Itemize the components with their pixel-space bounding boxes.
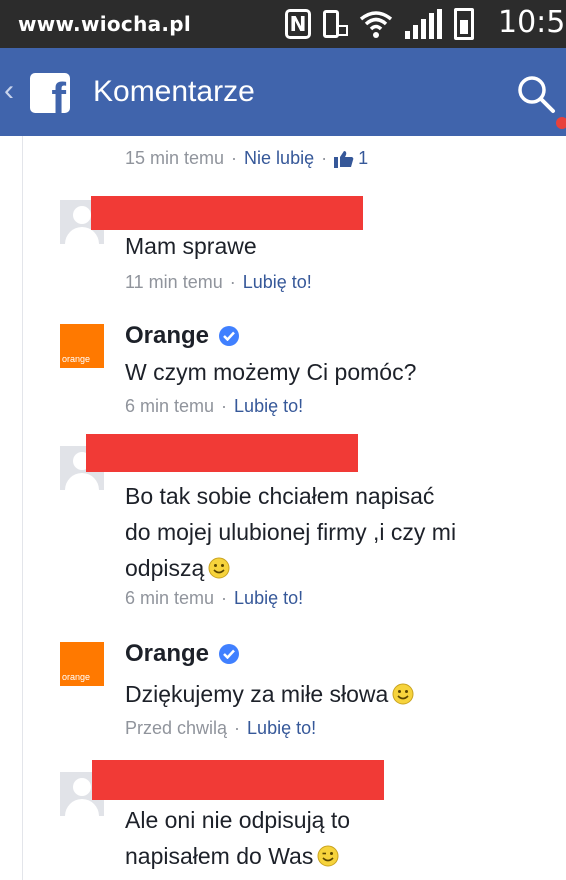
wifi-icon (359, 9, 393, 39)
redacted-author (92, 760, 384, 800)
app-bar: ‹ f Komentarze (0, 48, 566, 136)
redacted-author (91, 196, 363, 230)
nfc-icon: N (285, 9, 311, 39)
notification-dot (556, 117, 566, 129)
comment-meta: 6 min temu · Lubię to! (125, 396, 303, 417)
like-link[interactable]: Lubię to! (234, 588, 303, 609)
smile-emoji-icon (208, 557, 230, 579)
battery-icon (454, 8, 474, 40)
logo-letter: f (51, 74, 66, 114)
vibrate-icon (323, 10, 348, 38)
comment-text: Dziękujemy za miłe słowa (125, 676, 414, 712)
status-icons: N (285, 6, 474, 42)
separator-dot: · (231, 148, 238, 168)
avatar[interactable]: orange (60, 324, 104, 368)
clock: 10:55 (498, 5, 566, 40)
comment-line: Dziękujemy za miłe słowa (125, 681, 389, 707)
separator-dot: · (321, 148, 328, 168)
like-count[interactable]: 1 (334, 148, 368, 169)
thumbs-up-icon (334, 150, 354, 168)
like-link[interactable]: Lubię to! (234, 396, 303, 417)
avatar-label: orange (62, 354, 91, 364)
status-bar: www.wiocha.pl N 10:55 (0, 0, 566, 48)
comment-time: 11 min temu (125, 272, 223, 292)
comment-line: Bo tak sobie chciałem napisać (125, 483, 435, 509)
comment-time: 6 min temu (125, 396, 215, 416)
comment-text: Bo tak sobie chciałem napisać do mojej u… (125, 478, 456, 586)
comment-line: napisałem do Was (125, 843, 314, 869)
unlike-link[interactable]: Nie lubię (244, 148, 314, 169)
comment-line-with-emoji: odpiszą (125, 550, 456, 586)
comment-line: do mojej ulubionej firmy ,i czy mi (125, 519, 457, 545)
avatar[interactable]: orange (60, 642, 104, 686)
facebook-logo-icon[interactable]: f (30, 73, 70, 113)
smile-emoji-icon (392, 683, 414, 705)
redacted-author (86, 434, 358, 472)
watermark: www.wiocha.pl (18, 12, 192, 36)
comment-line: odpiszą (125, 555, 205, 581)
comment-meta: 15 min temu · Nie lubię · 1 (125, 148, 368, 169)
feed-divider (22, 136, 23, 880)
comment-meta: 6 min temu · Lubię to! (125, 588, 303, 609)
separator-dot: · (221, 396, 228, 416)
separator-dot: · (234, 718, 241, 738)
separator-dot: · (221, 588, 228, 608)
comment-text: Ale oni nie odpisują to napisałem do Was (125, 802, 350, 874)
back-icon[interactable]: ‹ (4, 76, 14, 106)
wink-emoji-icon (317, 845, 339, 867)
comment-text: W czym możemy Ci pomóc? (125, 359, 417, 385)
verified-badge-icon (219, 326, 240, 346)
author-name: Orange (125, 322, 210, 349)
comment-author[interactable]: Orange (125, 640, 240, 668)
like-link[interactable]: Lubię to! (243, 272, 312, 293)
comment-text: Mam sprawe (125, 233, 257, 259)
comment-time: 15 min temu (125, 148, 225, 168)
like-link[interactable]: Lubię to! (247, 718, 316, 739)
page-title: Komentarze (93, 75, 255, 108)
like-count-value: 1 (358, 148, 369, 168)
comment-line-with-emoji: napisałem do Was (125, 838, 350, 874)
separator-dot: · (229, 272, 236, 292)
avatar-label: orange (62, 672, 91, 682)
comment-time: 6 min temu (125, 588, 215, 608)
comment-author[interactable]: Orange (125, 322, 240, 350)
signal-icon (405, 9, 442, 39)
author-name: Orange (125, 640, 210, 667)
search-button[interactable] (516, 74, 556, 114)
comment-meta: Przed chwilą · Lubię to! (125, 718, 316, 739)
verified-badge-icon (219, 644, 240, 664)
comment-time: Przed chwilą (125, 718, 228, 738)
comment-meta: 11 min temu · Lubię to! (125, 272, 312, 293)
comment-line: Ale oni nie odpisują to (125, 807, 351, 833)
search-icon (518, 76, 555, 113)
comments-feed[interactable]: 15 min temu · Nie lubię · 1 Mam sprawe 1… (0, 136, 566, 880)
